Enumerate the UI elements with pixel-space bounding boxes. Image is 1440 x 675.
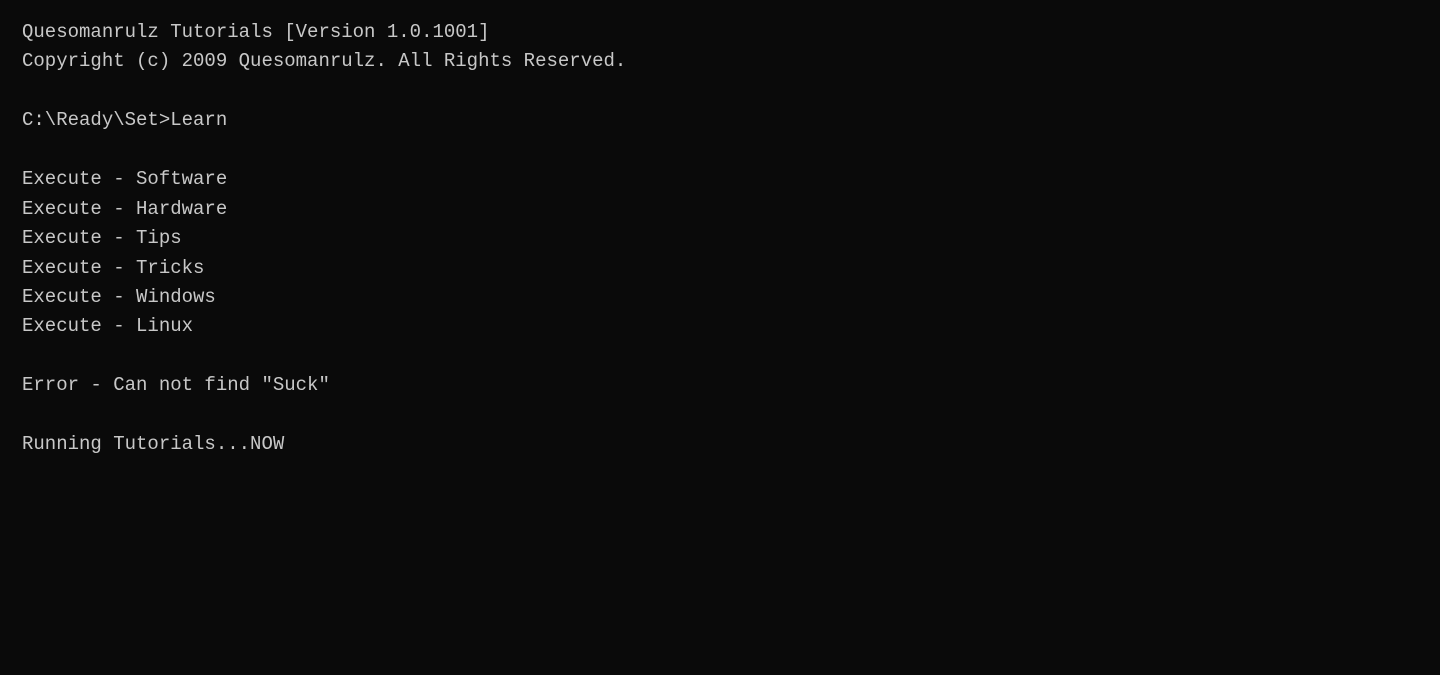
title-line-2: Copyright (c) 2009 Quesomanrulz. All Rig… (22, 47, 1418, 76)
blank-line-3 (22, 342, 1418, 371)
terminal-window: Quesomanrulz Tutorials [Version 1.0.1001… (0, 0, 1440, 675)
blank-line-4 (22, 401, 1418, 430)
blank-line-1 (22, 77, 1418, 106)
execute-windows: Execute - Windows (22, 283, 1418, 312)
execute-tricks: Execute - Tricks (22, 254, 1418, 283)
title-line-1: Quesomanrulz Tutorials [Version 1.0.1001… (22, 18, 1418, 47)
execute-hardware: Execute - Hardware (22, 195, 1418, 224)
error-line: Error - Can not find "Suck" (22, 371, 1418, 400)
execute-tips: Execute - Tips (22, 224, 1418, 253)
prompt-line: C:\Ready\Set>Learn (22, 106, 1418, 135)
execute-linux: Execute - Linux (22, 312, 1418, 341)
blank-line-2 (22, 136, 1418, 165)
execute-software: Execute - Software (22, 165, 1418, 194)
running-line: Running Tutorials...NOW (22, 430, 1418, 459)
